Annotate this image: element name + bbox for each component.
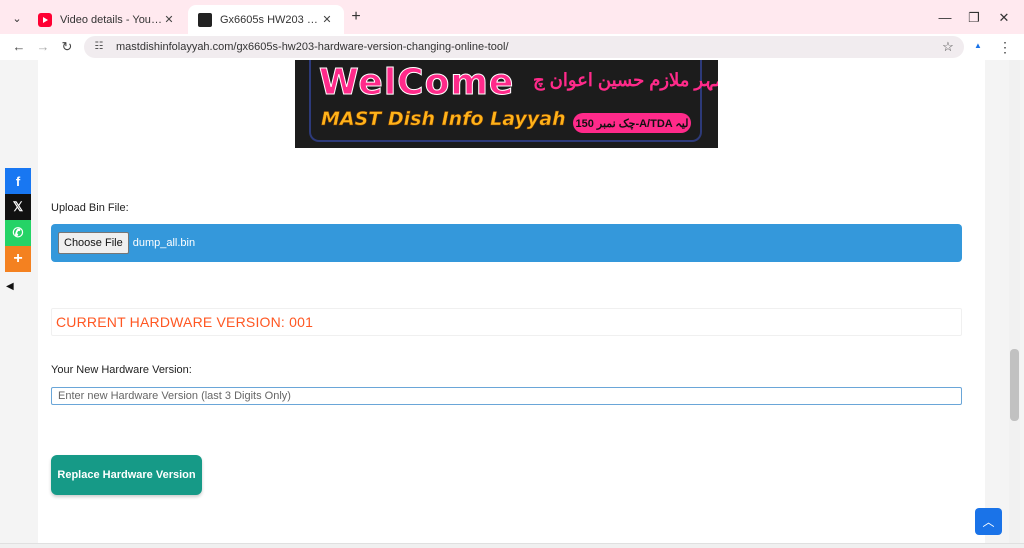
youtube-icon [38, 12, 52, 27]
new-tab-button[interactable]: + [348, 9, 364, 25]
tab-title: Gx6605s HW203 Hardware Version Changing … [220, 13, 320, 26]
new-hardware-label: Your New Hardware Version: [51, 364, 192, 376]
banner-urdu-text: انجینئر مہر ملازم حسین اعوان چ [533, 70, 718, 90]
file-upload-bar: Choose File dump_all.bin [51, 224, 962, 262]
forward-arrow-icon[interactable]: → [34, 38, 52, 56]
more-share-icon[interactable]: + [5, 246, 31, 272]
site-favicon [198, 12, 212, 27]
close-window-icon[interactable]: ✕ [997, 10, 1011, 26]
choose-file-button[interactable]: Choose File [58, 232, 129, 254]
site-info-icon[interactable]: ☷ [92, 40, 106, 54]
tab-hardware-tool[interactable]: Gx6605s HW203 Hardware Version Changing … [188, 5, 344, 34]
tab-youtube-studio[interactable]: Video details - YouTube Studio ✕ [28, 5, 186, 34]
minimize-icon[interactable]: — [938, 10, 952, 25]
scroll-to-top-button[interactable]: ︿ [975, 508, 1002, 535]
url-text[interactable]: mastdishinfolayyah.com/gx6605s-hw203-har… [116, 41, 940, 53]
page-viewport: WelCome انجینئر مہر ملازم حسین اعوان چ M… [0, 60, 1024, 548]
scrollbar-thumb[interactable] [1010, 349, 1019, 421]
banner-welcome-text: WelCome [318, 62, 515, 104]
tab-title: Video details - YouTube Studio [60, 13, 162, 26]
whatsapp-share-icon[interactable]: ✆ [5, 220, 31, 246]
back-arrow-icon[interactable]: ← [10, 38, 28, 56]
current-hardware-box: CURRENT HARDWARE VERSION: 001 [51, 308, 962, 336]
facebook-share-icon[interactable]: f [5, 168, 31, 194]
scrollbar-track[interactable] [1009, 60, 1020, 548]
restore-icon[interactable]: ❐ [967, 10, 981, 26]
close-tab-icon[interactable]: ✕ [320, 13, 334, 26]
tab-strip: ⌄ Video details - YouTube Studio ✕ Gx660… [0, 0, 1024, 34]
upload-label: Upload Bin File: [51, 202, 129, 214]
kebab-menu-icon[interactable]: ⋮ [998, 38, 1012, 56]
tab-search-chevron-icon[interactable]: ⌄ [8, 9, 26, 27]
collapse-share-icon[interactable]: ◀ [6, 281, 14, 292]
bottom-edge [0, 543, 1024, 548]
banner-badge: چک نمبر 150-A/TDA لیہ [573, 113, 691, 133]
current-hardware-version: CURRENT HARDWARE VERSION: 001 [56, 314, 314, 330]
replace-hardware-button[interactable]: Replace Hardware Version [51, 455, 202, 495]
address-bar[interactable]: ☷ mastdishinfolayyah.com/gx6605s-hw203-h… [84, 36, 964, 58]
extension-icon[interactable]: ▲ [972, 41, 984, 53]
chevron-up-icon: ︿ [982, 515, 995, 529]
x-share-icon[interactable]: 𝕏 [5, 194, 31, 220]
new-hardware-input[interactable] [51, 387, 962, 405]
selected-file-name: dump_all.bin [132, 237, 196, 249]
banner-mast-text: MAST Dish Info Layyah [321, 108, 566, 131]
content-column: WelCome انجینئر مہر ملازم حسین اعوان چ M… [38, 60, 985, 548]
welcome-banner: WelCome انجینئر مہر ملازم حسین اعوان چ M… [295, 60, 718, 148]
browser-toolbar: ← → ↻ ☷ mastdishinfolayyah.com/gx6605s-h… [0, 34, 1024, 60]
reload-icon[interactable]: ↻ [58, 38, 76, 56]
bookmark-star-icon[interactable]: ☆ [940, 39, 956, 55]
close-tab-icon[interactable]: ✕ [162, 13, 176, 26]
